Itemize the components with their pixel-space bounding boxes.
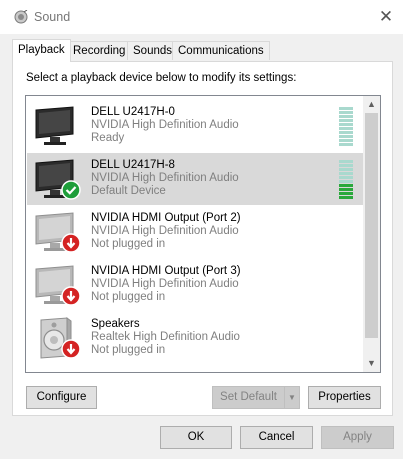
configure-button[interactable]: Configure (26, 386, 97, 409)
device-driver: Realtek High Definition Audio (91, 331, 240, 343)
button-label: Properties (318, 391, 371, 403)
device-status: Not plugged in (91, 238, 166, 250)
meter-bar (339, 184, 353, 187)
meter-bar (339, 127, 353, 130)
device-driver: NVIDIA High Definition Audio (91, 119, 239, 131)
tab-sounds[interactable]: Sounds (127, 41, 179, 60)
meter-bar (339, 131, 353, 134)
tab-communications[interactable]: Communications (172, 41, 270, 60)
button-label: Configure (36, 391, 87, 403)
device-status: Ready (91, 132, 125, 144)
device-status: Not plugged in (91, 344, 166, 356)
meter-bar (339, 119, 353, 122)
unplugged-arrow-icon (61, 339, 81, 359)
device-item-speakers[interactable]: Speakers Realtek High Definition Audio N… (27, 312, 364, 364)
meter-bar (339, 168, 353, 171)
meter-bar (339, 139, 353, 142)
volume-meter (339, 158, 353, 200)
device-driver: NVIDIA High Definition Audio (91, 278, 239, 290)
chevron-down-icon: ▼ (288, 393, 296, 402)
monitor-icon (33, 104, 79, 148)
chevron-down-icon: ▼ (367, 358, 376, 368)
meter-bar (339, 115, 353, 118)
scroll-up-button[interactable]: ▲ (363, 96, 380, 113)
meter-bar (339, 188, 353, 191)
volume-meter (339, 105, 353, 147)
meter-bar (339, 111, 353, 114)
button-label: OK (187, 431, 205, 443)
button-label: Apply (343, 431, 372, 443)
chevron-up-icon: ▲ (367, 99, 376, 109)
device-item-dell-u2417h-0[interactable]: DELL U2417H-0 NVIDIA High Definition Aud… (27, 100, 364, 152)
tab-playback[interactable]: Playback (12, 39, 71, 62)
device-status: Default Device (91, 185, 166, 197)
window-title: Sound (34, 10, 71, 24)
meter-bar (339, 143, 353, 146)
cancel-button[interactable]: Cancel (240, 426, 313, 449)
device-item-hdmi-port-3[interactable]: NVIDIA HDMI Output (Port 3) NVIDIA High … (27, 259, 364, 311)
device-name: DELL U2417H-0 (91, 106, 175, 118)
meter-bar (339, 180, 353, 183)
vertical-scrollbar[interactable]: ▲ ▼ (363, 96, 380, 372)
meter-bar (339, 172, 353, 175)
meter-bar (339, 123, 353, 126)
meter-bar (339, 192, 353, 195)
unplugged-arrow-icon (61, 233, 81, 253)
ok-button[interactable]: OK (160, 426, 232, 449)
device-driver: NVIDIA High Definition Audio (91, 172, 239, 184)
unplugged-arrow-icon (61, 286, 81, 306)
device-name: NVIDIA HDMI Output (Port 2) (91, 212, 241, 224)
set-default-dropdown-button[interactable]: ▼ (284, 386, 300, 409)
meter-bar (339, 164, 353, 167)
scroll-thumb[interactable] (365, 113, 378, 338)
apply-button[interactable]: Apply (321, 426, 394, 449)
device-item-dell-u2417h-8[interactable]: DELL U2417H-8 NVIDIA High Definition Aud… (27, 153, 364, 205)
device-list[interactable]: DELL U2417H-0 NVIDIA High Definition Aud… (25, 95, 381, 373)
close-button[interactable]: ✕ (376, 6, 396, 28)
device-name: DELL U2417H-8 (91, 159, 175, 171)
meter-bar (339, 196, 353, 199)
device-driver: NVIDIA High Definition Audio (91, 225, 239, 237)
meter-bar (339, 160, 353, 163)
default-check-icon (61, 180, 81, 200)
close-icon: ✕ (378, 7, 394, 26)
tab-label: Recording (73, 45, 126, 57)
speaker-icon (14, 9, 28, 24)
tab-recording[interactable]: Recording (67, 41, 132, 60)
button-label: Set Default (220, 391, 277, 403)
device-item-hdmi-port-2[interactable]: NVIDIA HDMI Output (Port 2) NVIDIA High … (27, 206, 364, 258)
button-label: Cancel (258, 431, 295, 443)
tab-label: Sounds (133, 45, 173, 57)
device-status: Not plugged in (91, 291, 166, 303)
instructions-text: Select a playback device below to modify… (26, 72, 297, 84)
meter-bar (339, 176, 353, 179)
set-default-button[interactable]: Set Default (212, 386, 285, 409)
scroll-down-button[interactable]: ▼ (363, 355, 380, 372)
meter-bar (339, 107, 353, 110)
tab-label: Playback (18, 44, 65, 56)
properties-button[interactable]: Properties (308, 386, 381, 409)
device-name: NVIDIA HDMI Output (Port 3) (91, 265, 241, 277)
device-name: Speakers (91, 318, 140, 330)
meter-bar (339, 135, 353, 138)
tab-label: Communications (178, 45, 264, 57)
